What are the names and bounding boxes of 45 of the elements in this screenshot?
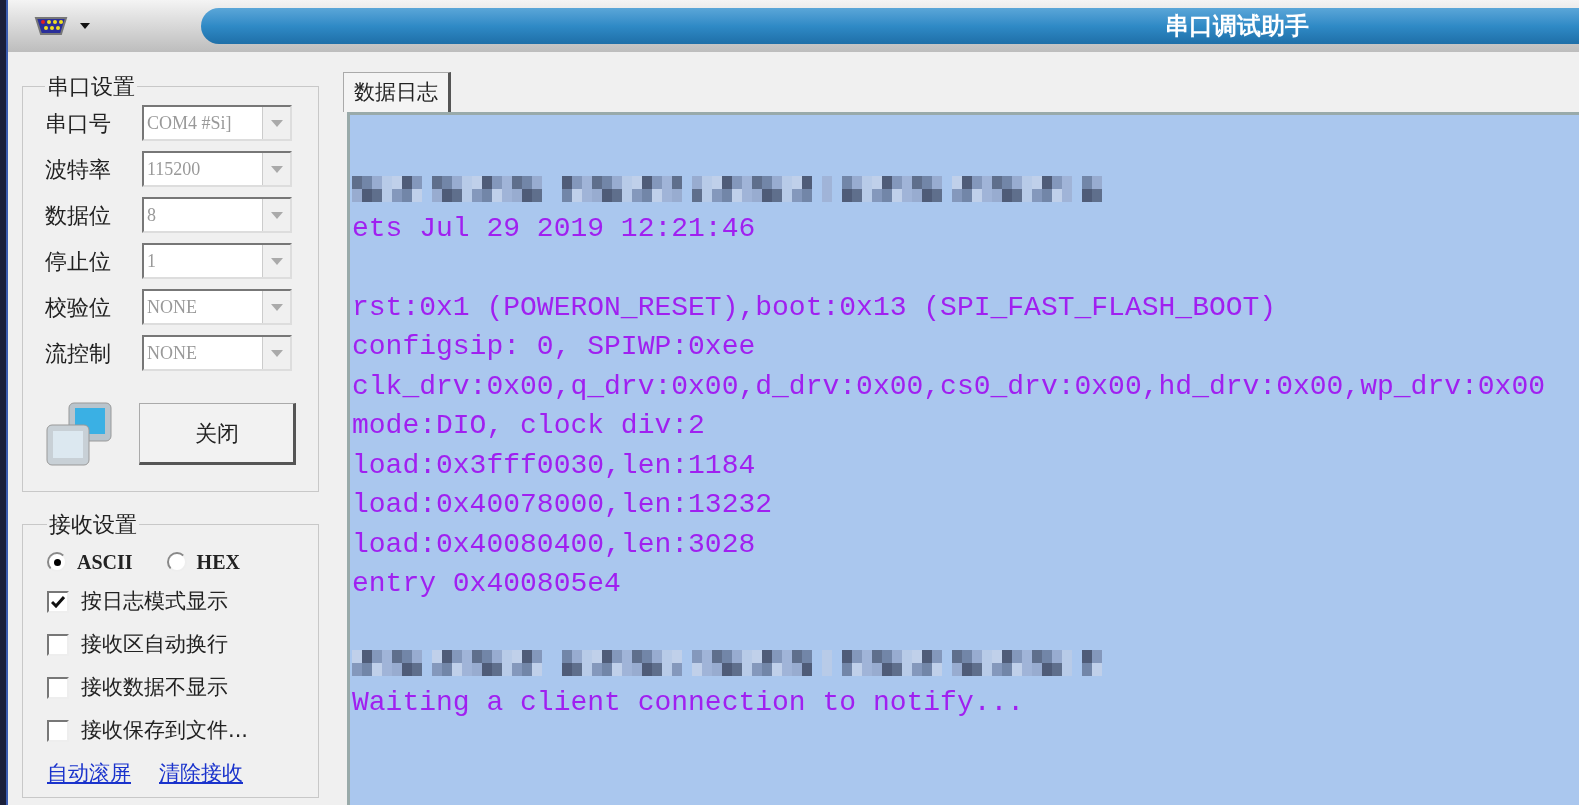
checkbox[interactable] xyxy=(47,634,69,656)
radio-button[interactable] xyxy=(47,552,67,572)
log-line: entry 0x400805e4 xyxy=(352,567,621,602)
dropdown[interactable]: 115200 xyxy=(142,151,292,187)
link[interactable]: 清除接收 xyxy=(159,758,243,790)
log-line: Waiting a client connection to notify... xyxy=(352,685,1025,720)
checkbox[interactable] xyxy=(47,720,69,742)
checkmark-icon xyxy=(51,596,65,608)
log-line: clk_drv:0x00,q_drv:0x00,d_drv:0x00,cs0_drv:0x00,hd_drv:0x00,wp_drv:0x00 xyxy=(352,369,1545,404)
checkbox[interactable] xyxy=(47,591,69,613)
log-line: ets Jul 29 2019 12:21:46 xyxy=(352,211,756,246)
field-label: 流控制 xyxy=(45,339,112,368)
log-line: load:0x40078000,len:13232 xyxy=(352,488,773,523)
group-title: 串口设置 xyxy=(46,73,136,101)
field-label: 串口号 xyxy=(45,109,112,138)
dropdown[interactable]: 1 xyxy=(142,243,292,279)
serial-port-icon[interactable] xyxy=(34,15,68,37)
field-label: 停止位 xyxy=(45,247,112,276)
link[interactable]: 自动滚屏 xyxy=(47,758,131,790)
radio-label: HEX xyxy=(196,550,240,575)
field-label: 校验位 xyxy=(45,293,112,322)
dropdown[interactable]: COM4 #Si] xyxy=(142,105,292,141)
dropdown[interactable]: NONE xyxy=(142,289,292,325)
checkbox-label: 接收保存到文件... xyxy=(81,717,249,745)
log-line: configsip: 0, SPIWP:0xee xyxy=(352,330,756,365)
window-title: 串口调试助手 xyxy=(1165,11,1309,42)
log-line: load:0x40080400,len:3028 xyxy=(352,527,756,562)
close-button[interactable]: 关闭 xyxy=(139,403,296,465)
caret-icon[interactable] xyxy=(80,23,90,29)
log-line: load:0x3fff0030,len:1184 xyxy=(352,448,756,483)
radio-button[interactable] xyxy=(166,552,187,572)
tab[interactable]: 数据日志 xyxy=(343,72,451,112)
dropdown[interactable]: 8 xyxy=(142,197,292,233)
checkbox[interactable] xyxy=(47,677,69,699)
connection-icon xyxy=(45,401,113,467)
log-line: rst:0x1 (POWERON_RESET),boot:0x13 (SPI_FAST_FLASH_BOOT) xyxy=(352,290,1277,325)
group-title: 接收设置 xyxy=(48,511,138,539)
field-label: 数据位 xyxy=(45,201,112,230)
log-line: mode:DIO, clock div:2 xyxy=(352,409,705,444)
field-label: 波特率 xyxy=(45,155,112,184)
checkbox-label: 接收数据不显示 xyxy=(81,674,228,702)
dropdown[interactable]: NONE xyxy=(142,335,292,371)
checkbox-label: 接收区自动换行 xyxy=(81,631,228,659)
checkbox-label: 按日志模式显示 xyxy=(81,588,228,616)
radio-label: ASCII xyxy=(77,550,133,575)
